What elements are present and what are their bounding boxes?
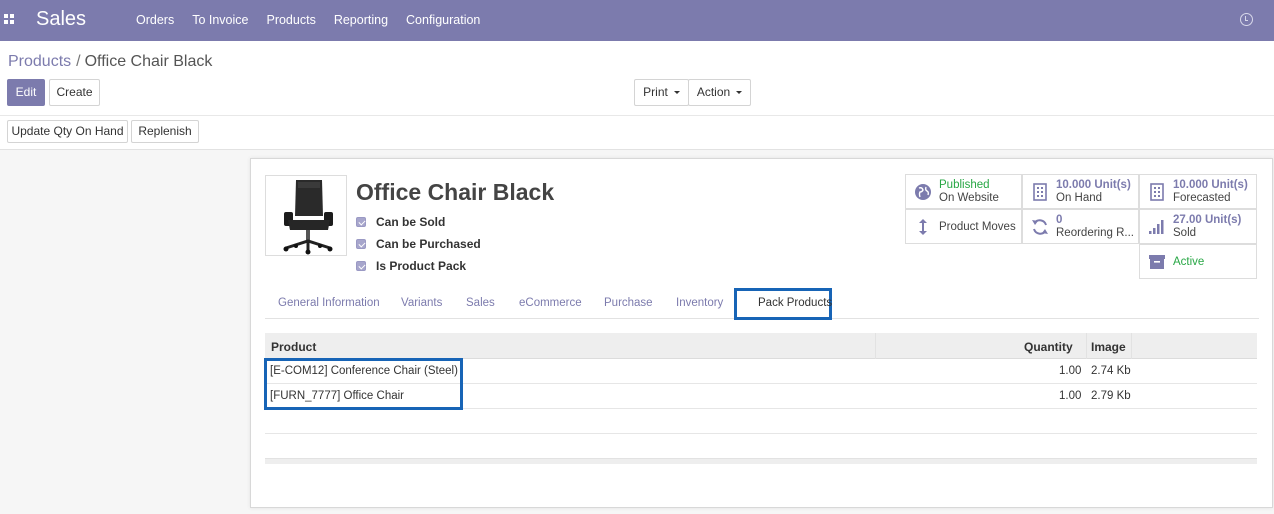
product-rows-highlight bbox=[264, 358, 463, 410]
archive-box-icon bbox=[1149, 255, 1165, 269]
breadcrumb-current: Office Chair Black bbox=[84, 53, 213, 70]
breadcrumb-separator: / bbox=[76, 53, 81, 70]
column-header-image[interactable]: Image bbox=[1091, 340, 1126, 354]
edit-button[interactable]: Edit bbox=[7, 79, 45, 106]
building-icon bbox=[1150, 183, 1164, 201]
office-chair-image bbox=[283, 180, 333, 255]
app-title: Sales bbox=[36, 8, 87, 30]
can-be-purchased-checkbox[interactable] bbox=[356, 239, 366, 249]
print-label: Print bbox=[643, 85, 668, 99]
caret-down-icon bbox=[673, 91, 680, 95]
forecasted-value: 10.000 Unit(s) bbox=[1173, 179, 1248, 191]
smart-button-active[interactable]: Active bbox=[1139, 244, 1257, 279]
smart-button-product-moves[interactable]: Product Moves bbox=[905, 209, 1022, 244]
update-qty-on-hand-button[interactable]: Update Qty On Hand bbox=[7, 120, 128, 143]
smart-button-forecasted[interactable]: 10.000 Unit(s) Forecasted bbox=[1139, 174, 1257, 209]
reordering-value: 0 bbox=[1056, 214, 1063, 226]
tab-general-information[interactable]: General Information bbox=[278, 297, 380, 309]
column-separator bbox=[1086, 333, 1087, 359]
column-separator bbox=[875, 333, 876, 359]
create-button[interactable]: Create bbox=[49, 79, 100, 106]
tab-variants[interactable]: Variants bbox=[401, 297, 442, 309]
table-footer bbox=[265, 458, 1257, 464]
tab-purchase[interactable]: Purchase bbox=[604, 297, 653, 309]
reordering-label: Reordering R... bbox=[1056, 227, 1134, 239]
menu-orders[interactable]: Orders bbox=[127, 0, 183, 41]
refresh-icon bbox=[1032, 219, 1048, 235]
row-quantity: 1.00 bbox=[1059, 390, 1082, 402]
menu-products[interactable]: Products bbox=[257, 0, 324, 41]
product-name: Office Chair Black bbox=[356, 179, 555, 205]
up-down-arrows-icon bbox=[919, 219, 927, 235]
published-label: On Website bbox=[939, 192, 999, 204]
can-be-sold-label: Can be Sold bbox=[376, 215, 446, 229]
product-moves-label: Product Moves bbox=[939, 221, 1016, 233]
control-panel: Products / Office Chair Black Edit Create … bbox=[0, 41, 1274, 150]
product-form-sheet: Office Chair Black Can be Sold Can be Pu… bbox=[250, 158, 1273, 508]
activity-clock-icon[interactable] bbox=[1240, 13, 1253, 26]
form-notebook-tabs: General Information Variants Sales eComm… bbox=[265, 288, 1259, 320]
product-image[interactable] bbox=[265, 175, 347, 256]
flag-is-product-pack: Is Product Pack bbox=[356, 258, 466, 274]
building-icon bbox=[1033, 183, 1047, 201]
forecasted-label: Forecasted bbox=[1173, 192, 1231, 204]
published-value: Published bbox=[939, 179, 990, 191]
control-panel-divider bbox=[0, 115, 1274, 116]
is-product-pack-checkbox[interactable] bbox=[356, 261, 366, 271]
column-header-product[interactable]: Product bbox=[271, 340, 316, 354]
signal-bars-icon bbox=[1149, 220, 1164, 234]
tab-inventory[interactable]: Inventory bbox=[676, 297, 723, 309]
breadcrumb: Products / Office Chair Black bbox=[8, 53, 212, 71]
print-dropdown-button[interactable]: Print bbox=[634, 79, 689, 106]
tab-pack-products[interactable]: Pack Products bbox=[758, 297, 832, 309]
tab-sales[interactable]: Sales bbox=[466, 297, 495, 309]
main-menu: Orders To Invoice Products Reporting Con… bbox=[127, 0, 489, 41]
can-be-purchased-label: Can be Purchased bbox=[376, 237, 481, 251]
row-image-size: 2.79 Kb bbox=[1091, 390, 1131, 402]
sold-value: 27.00 Unit(s) bbox=[1173, 214, 1242, 226]
smart-button-on-hand[interactable]: 10.000 Unit(s) On Hand bbox=[1022, 174, 1139, 209]
caret-down-icon bbox=[736, 91, 743, 95]
menu-reporting[interactable]: Reporting bbox=[325, 0, 397, 41]
column-header-quantity[interactable]: Quantity bbox=[1024, 340, 1073, 354]
tab-ecommerce[interactable]: eCommerce bbox=[519, 297, 582, 309]
row-image-size: 2.74 Kb bbox=[1091, 365, 1131, 377]
table-row-empty bbox=[265, 409, 1257, 434]
column-separator bbox=[1131, 333, 1132, 359]
flag-can-be-purchased: Can be Purchased bbox=[356, 236, 481, 252]
is-product-pack-label: Is Product Pack bbox=[376, 259, 467, 273]
top-navbar: Sales Orders To Invoice Products Reporti… bbox=[0, 0, 1274, 41]
smart-button-published[interactable]: Published On Website bbox=[905, 174, 1022, 209]
globe-icon bbox=[915, 184, 931, 200]
action-dropdown-button[interactable]: Action bbox=[688, 79, 751, 106]
menu-to-invoice[interactable]: To Invoice bbox=[183, 0, 257, 41]
can-be-sold-checkbox[interactable] bbox=[356, 217, 366, 227]
breadcrumb-products-link[interactable]: Products bbox=[8, 53, 71, 70]
apps-grid-icon[interactable] bbox=[4, 14, 14, 24]
flag-can-be-sold: Can be Sold bbox=[356, 214, 445, 230]
replenish-button[interactable]: Replenish bbox=[131, 120, 199, 143]
on-hand-value: 10.000 Unit(s) bbox=[1056, 179, 1131, 191]
on-hand-label: On Hand bbox=[1056, 192, 1103, 204]
table-header: Product Quantity Image bbox=[265, 333, 1257, 359]
sold-label: Sold bbox=[1173, 227, 1197, 239]
menu-configuration[interactable]: Configuration bbox=[397, 0, 489, 41]
active-label: Active bbox=[1173, 256, 1205, 268]
action-label: Action bbox=[696, 85, 731, 99]
row-quantity: 1.00 bbox=[1059, 365, 1082, 377]
smart-button-reordering-rules[interactable]: 0 Reordering R... bbox=[1022, 209, 1139, 244]
smart-button-sold[interactable]: 27.00 Unit(s) Sold bbox=[1139, 209, 1257, 244]
